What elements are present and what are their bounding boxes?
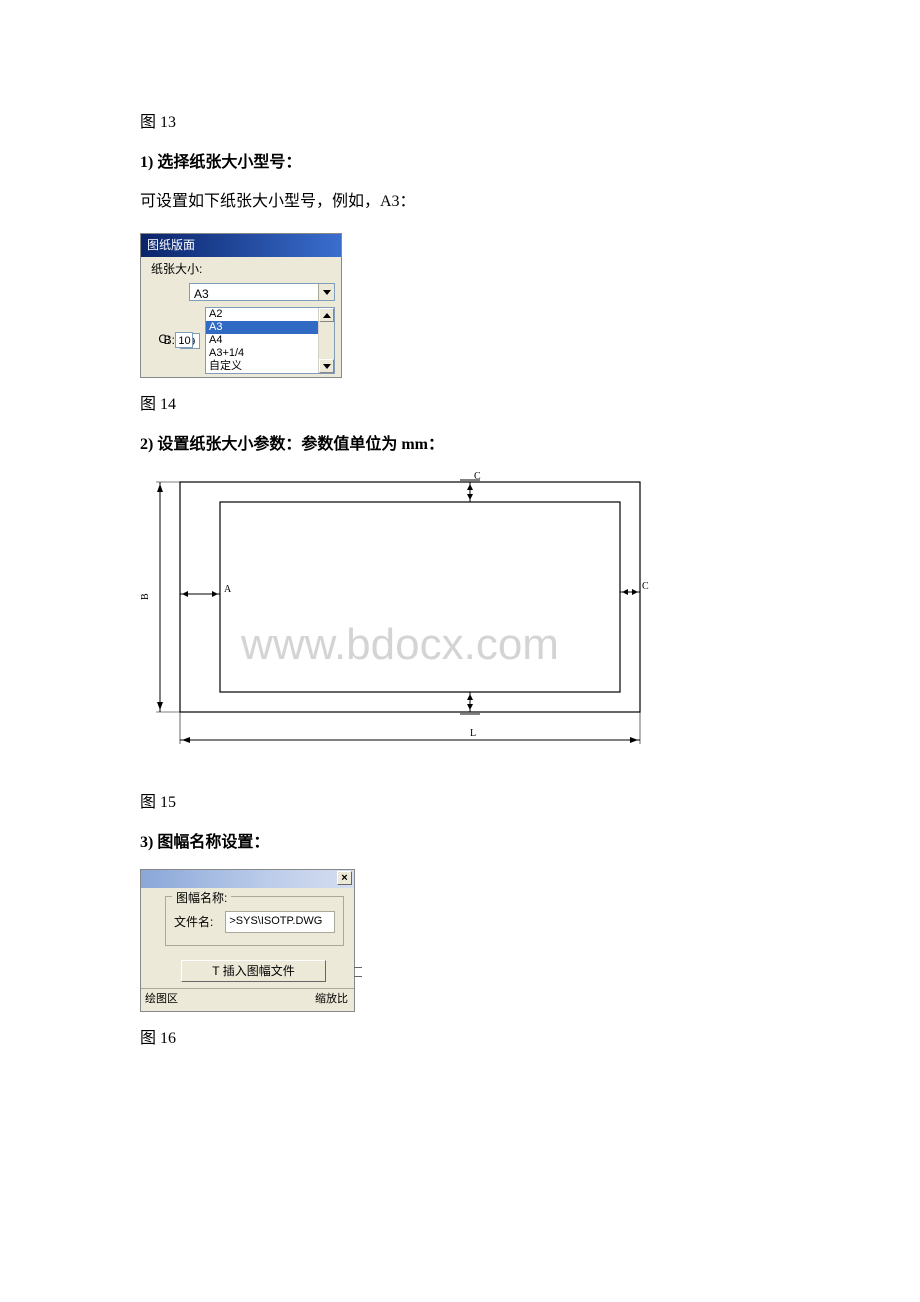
bottom-right-label: 缩放比 (315, 991, 348, 1009)
scroll-up-icon[interactable] (319, 308, 334, 322)
diagram-label-l: L (470, 728, 476, 739)
paper-size-group-label: 纸张大小: (141, 257, 341, 281)
close-icon[interactable]: × (337, 871, 352, 885)
c-label: C: (147, 330, 170, 349)
heading-1: 1) 选择纸张大小型号： (140, 150, 780, 176)
scroll-down-icon[interactable] (319, 359, 334, 373)
dialog-titlebar: × (141, 870, 354, 888)
scrollbar[interactable] (318, 308, 334, 373)
diagram-label-b: B (140, 593, 151, 600)
caption-fig16: 图 16 (140, 1026, 780, 1052)
paper-size-list[interactable]: A2 A3 A4 A3+1/4 自定义 (205, 307, 335, 374)
frame-group-label: 图幅名称: (172, 889, 231, 908)
list-item[interactable]: A3+1/4 (206, 347, 334, 360)
list-item[interactable]: A2 (206, 308, 334, 321)
paper-dimension-diagram: C C A B (140, 472, 660, 771)
dropdown-arrow-icon[interactable] (318, 284, 334, 300)
diagram-label-a: A (224, 584, 232, 595)
bottom-left-label: 绘图区 (145, 991, 178, 1009)
list-item[interactable]: A3 (206, 321, 334, 334)
caption-fig15: 图 15 (140, 790, 780, 816)
file-label: 文件名: (174, 913, 213, 932)
paper-size-dialog: 图纸版面 纸张大小: A3 B: 29 A2 A3 A4 A3+1/4 自定义 … (140, 233, 342, 379)
caption-fig13: 图 13 (140, 110, 780, 136)
file-input[interactable]: >SYS\ISOTP.DWG (225, 911, 335, 933)
paper-size-value: A3 (190, 284, 318, 300)
list-item[interactable]: A4 (206, 334, 334, 347)
heading-3: 3) 图幅名称设置： (140, 830, 780, 856)
paper-size-select[interactable]: A3 (189, 283, 335, 301)
insert-frame-button[interactable]: T 插入图幅文件 (181, 960, 326, 982)
c-input[interactable]: 10 (175, 332, 193, 348)
frame-name-dialog: × 图幅名称: 文件名: >SYS\ISOTP.DWG T 插入图幅文件 绘图区… (140, 869, 355, 1011)
divider-stub (354, 967, 362, 977)
body-p1: 可设置如下纸张大小型号，例如，A3： (140, 189, 780, 215)
dialog-title: 图纸版面 (141, 234, 341, 257)
diagram-label-c-top: C (474, 472, 481, 482)
caption-fig14: 图 14 (140, 392, 780, 418)
diagram-label-c-right: C (642, 581, 649, 592)
list-item[interactable]: 自定义 (206, 360, 334, 373)
heading-2: 2) 设置纸张大小参数：参数值单位为 mm： (140, 432, 780, 458)
